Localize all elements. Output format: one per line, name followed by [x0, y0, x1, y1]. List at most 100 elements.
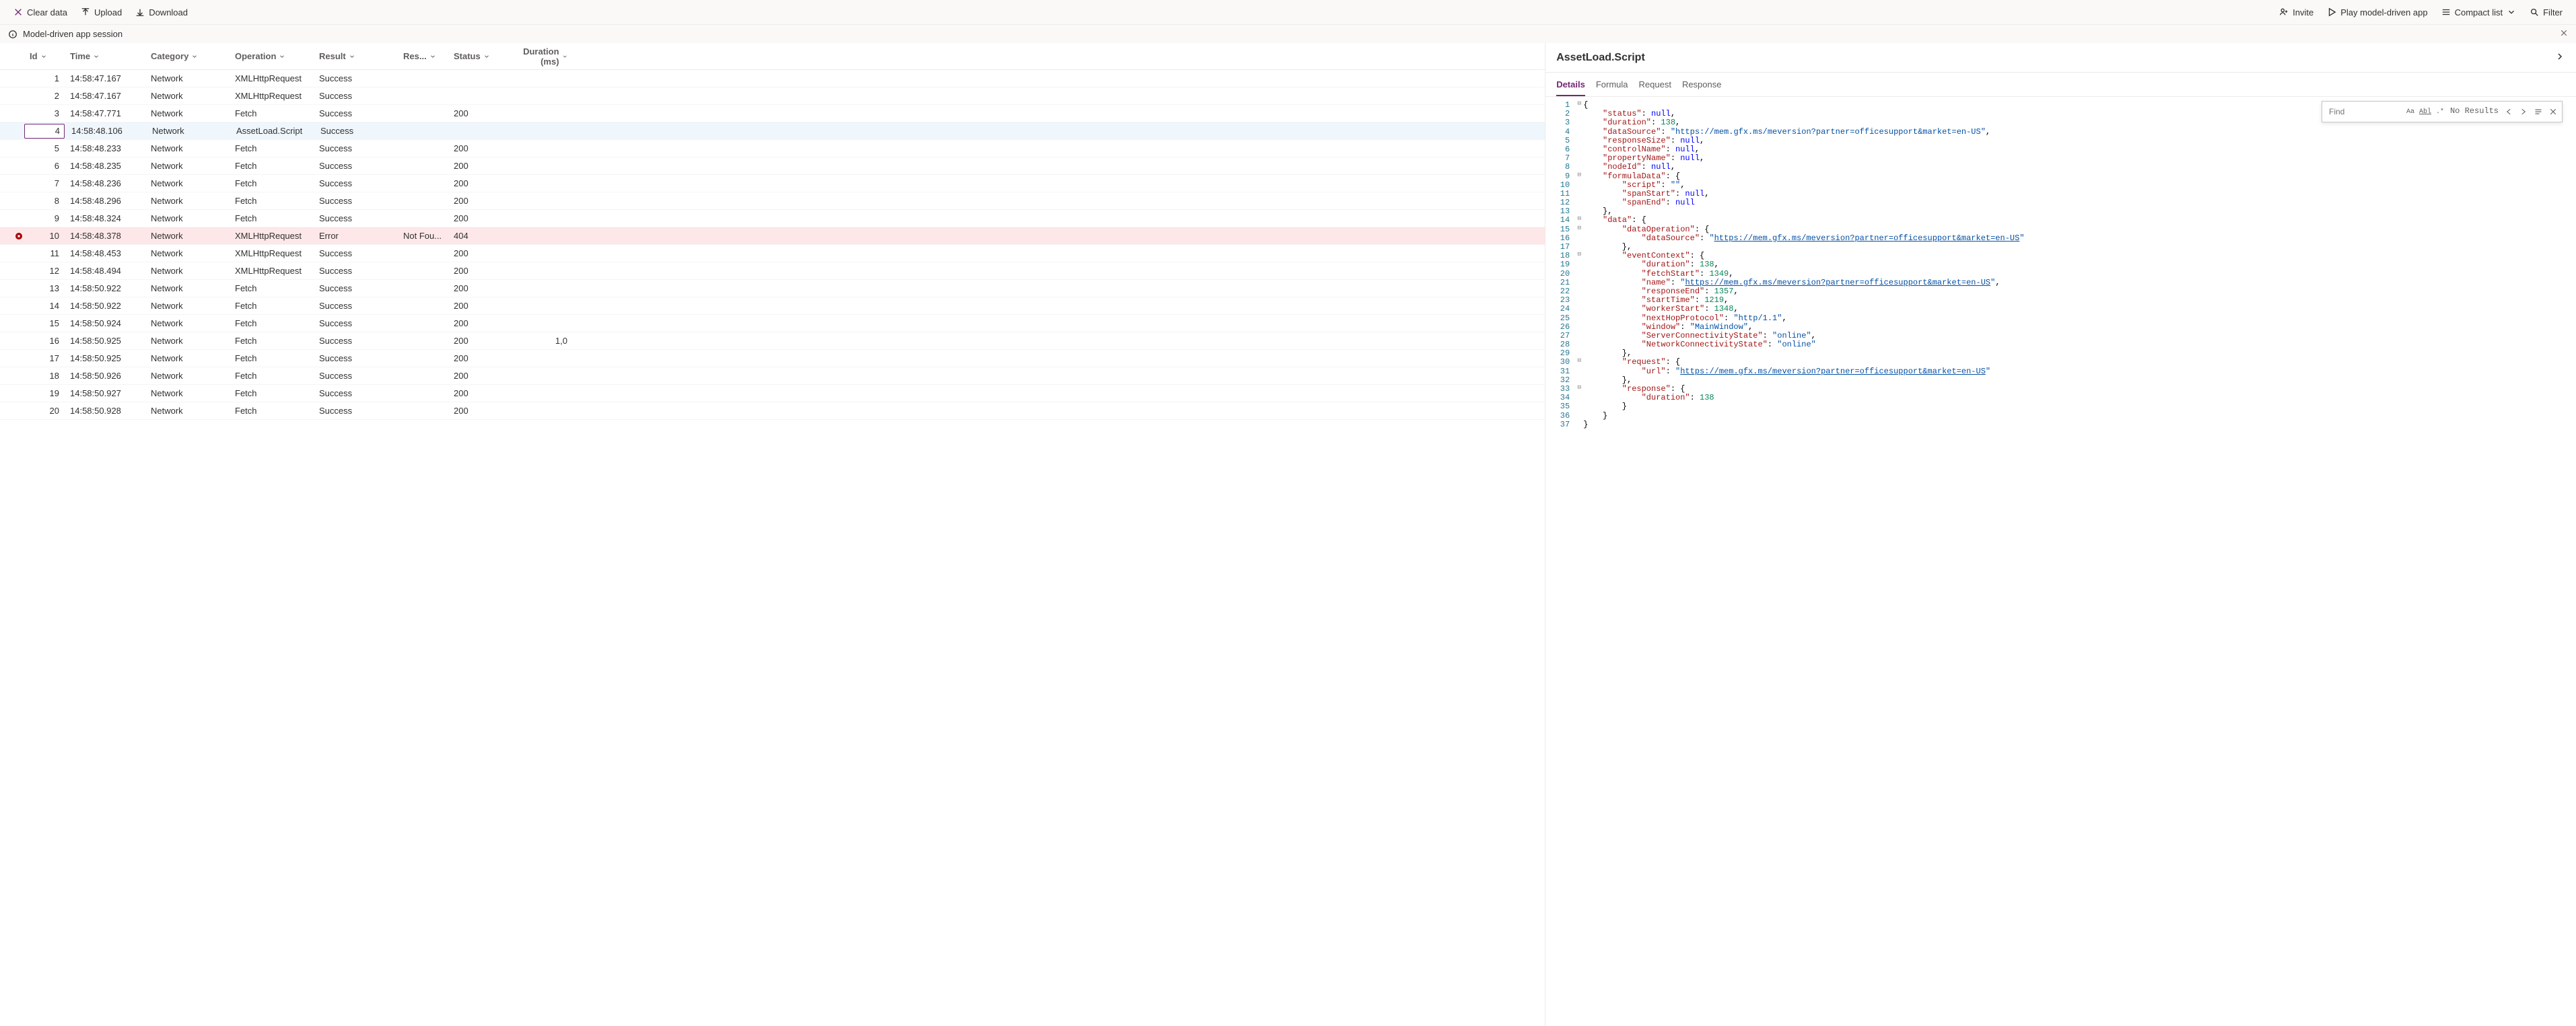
cell-category: Network: [145, 283, 230, 293]
cell-status: 404: [448, 231, 506, 241]
fold-gutter[interactable]: ⊟⊟⊟⊟⊟⊟⊟: [1575, 97, 1583, 433]
table-row[interactable]: 1214:58:48.494NetworkXMLHttpRequestSucce…: [0, 262, 1545, 280]
match-case-icon[interactable]: Aa: [2406, 107, 2415, 116]
table-row[interactable]: 814:58:48.296NetworkFetchSuccess200: [0, 192, 1545, 210]
cell-operation: Fetch: [230, 336, 314, 346]
table-row[interactable]: 214:58:47.167NetworkXMLHttpRequestSucces…: [0, 87, 1545, 105]
cell-status: 200: [448, 301, 506, 311]
cell-result: Success: [314, 196, 398, 206]
cell-id: 19: [24, 388, 65, 398]
find-result: No Results: [2450, 107, 2499, 116]
session-title: Model-driven app session: [23, 29, 123, 39]
cell-category: Network: [145, 248, 230, 258]
find-in-selection-icon[interactable]: [2534, 107, 2543, 116]
table-row[interactable]: 1514:58:50.924NetworkFetchSuccess200: [0, 315, 1545, 332]
cell-result: Success: [314, 143, 398, 153]
cell-category: Network: [145, 388, 230, 398]
table-row[interactable]: 414:58:48.106NetworkAssetLoad.ScriptSucc…: [0, 122, 1545, 140]
cell-result: Success: [314, 73, 398, 83]
download-button[interactable]: Download: [130, 5, 193, 20]
table-row[interactable]: 1114:58:48.453NetworkXMLHttpRequestSucce…: [0, 245, 1545, 262]
table-row[interactable]: 1014:58:48.378NetworkXMLHttpRequestError…: [0, 227, 1545, 245]
table-row[interactable]: 1814:58:50.926NetworkFetchSuccess200: [0, 367, 1545, 385]
list-icon: [2441, 7, 2451, 17]
cell-id: 17: [24, 353, 65, 363]
cell-status: 200: [448, 353, 506, 363]
expand-icon[interactable]: [2554, 51, 2565, 64]
cell-category: Network: [145, 91, 230, 101]
find-prev-icon[interactable]: [2504, 107, 2513, 116]
tab-details[interactable]: Details: [1556, 74, 1585, 96]
col-operation[interactable]: Operation: [230, 51, 314, 61]
cell-duration: 1,0: [506, 336, 573, 346]
cell-category: Network: [145, 301, 230, 311]
regex-icon[interactable]: .*: [2435, 107, 2445, 116]
cell-time: 14:58:50.927: [65, 388, 145, 398]
col-duration[interactable]: Duration (ms): [506, 46, 573, 67]
table-row[interactable]: 1914:58:50.927NetworkFetchSuccess200: [0, 385, 1545, 402]
cell-category: Network: [145, 318, 230, 328]
table-row[interactable]: 1314:58:50.922NetworkFetchSuccess200: [0, 280, 1545, 297]
cell-id: 7: [24, 178, 65, 188]
cell-operation: Fetch: [230, 108, 314, 118]
col-time[interactable]: Time: [65, 51, 145, 61]
find-input[interactable]: [2326, 104, 2400, 119]
cell-result: Success: [314, 336, 398, 346]
person-add-icon: [2279, 7, 2289, 17]
cell-operation: XMLHttpRequest: [230, 248, 314, 258]
table-row[interactable]: 614:58:48.235NetworkFetchSuccess200: [0, 157, 1545, 175]
find-close-icon[interactable]: [2548, 107, 2558, 116]
error-icon: [15, 233, 22, 240]
session-close-button[interactable]: [2560, 29, 2568, 39]
tab-formula[interactable]: Formula: [1596, 74, 1628, 96]
cell-category: Network: [145, 213, 230, 223]
whole-word-icon[interactable]: Abl: [2421, 107, 2430, 116]
cell-operation: Fetch: [230, 213, 314, 223]
table-row[interactable]: 914:58:48.324NetworkFetchSuccess200: [0, 210, 1545, 227]
filter-button[interactable]: Filter: [2524, 5, 2568, 20]
table-row[interactable]: 1614:58:50.925NetworkFetchSuccess2001,0: [0, 332, 1545, 350]
info-icon: [8, 30, 18, 39]
filter-label: Filter: [2543, 7, 2563, 17]
cell-result: Success: [314, 213, 398, 223]
table-row[interactable]: 114:58:47.167NetworkXMLHttpRequestSucces…: [0, 70, 1545, 87]
play-app-button[interactable]: Play model-driven app: [2322, 5, 2433, 20]
cell-result: Success: [314, 371, 398, 381]
col-status[interactable]: Status: [448, 51, 506, 61]
download-icon: [135, 7, 145, 17]
invite-button[interactable]: Invite: [2274, 5, 2319, 20]
cell-status: 200: [448, 196, 506, 206]
cell-time: 14:58:48.453: [65, 248, 145, 258]
cell-id: 6: [24, 161, 65, 171]
col-result[interactable]: Result: [314, 51, 398, 61]
cell-status: 200: [448, 108, 506, 118]
cell-category: Network: [145, 231, 230, 241]
tab-request[interactable]: Request: [1639, 74, 1671, 96]
table-row[interactable]: 714:58:48.236NetworkFetchSuccess200: [0, 175, 1545, 192]
table-row[interactable]: 1714:58:50.925NetworkFetchSuccess200: [0, 350, 1545, 367]
upload-button[interactable]: Upload: [75, 5, 127, 20]
code-lines[interactable]: { "status": null, "duration": 138, "data…: [1583, 97, 2576, 433]
table-row[interactable]: 1414:58:50.922NetworkFetchSuccess200: [0, 297, 1545, 315]
col-response[interactable]: Res...: [398, 51, 448, 61]
cell-status: 200: [448, 178, 506, 188]
compact-list-button[interactable]: Compact list: [2436, 5, 2522, 20]
cell-time: 14:58:47.167: [65, 73, 145, 83]
find-next-icon[interactable]: [2519, 107, 2528, 116]
table-row[interactable]: 314:58:47.771NetworkFetchSuccess200: [0, 105, 1545, 122]
col-id[interactable]: Id: [24, 51, 65, 61]
table-row[interactable]: 514:58:48.233NetworkFetchSuccess200: [0, 140, 1545, 157]
cell-status: 200: [448, 388, 506, 398]
tab-response[interactable]: Response: [1682, 74, 1722, 96]
table-row[interactable]: 2014:58:50.928NetworkFetchSuccess200: [0, 402, 1545, 420]
detail-header: AssetLoad.Script: [1545, 43, 2576, 73]
cell-category: Network: [145, 336, 230, 346]
upload-label: Upload: [94, 7, 122, 17]
grid-body[interactable]: 114:58:47.167NetworkXMLHttpRequestSucces…: [0, 70, 1545, 1026]
cell-operation: Fetch: [230, 161, 314, 171]
col-category[interactable]: Category: [145, 51, 230, 61]
cell-id: 12: [24, 266, 65, 276]
code-viewer[interactable]: Aa Abl .* No Results 1234567891011121314…: [1545, 97, 2576, 1026]
clear-data-button[interactable]: Clear data: [8, 5, 73, 20]
cell-time: 14:58:48.233: [65, 143, 145, 153]
